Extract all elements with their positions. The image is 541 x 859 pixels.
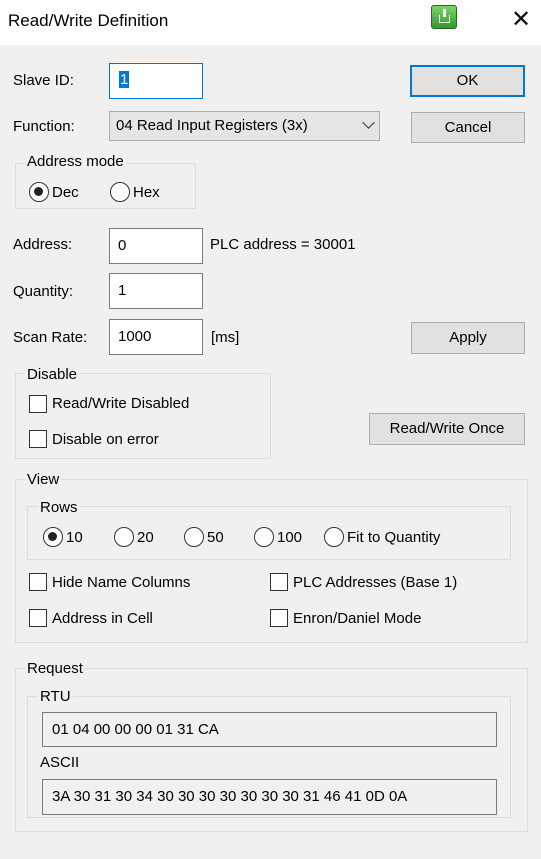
quantity-input[interactable]: 1 xyxy=(109,273,203,309)
rows-50-label: 50 xyxy=(207,529,224,546)
cancel-button[interactable]: Cancel xyxy=(411,112,525,143)
rows-title: Rows xyxy=(38,499,80,516)
read-write-disabled-label: Read/Write Disabled xyxy=(52,395,190,412)
rows-fit-to-quantity-label: Fit to Quantity xyxy=(347,529,441,546)
address-label: Address: xyxy=(13,236,73,253)
rows-10-label: 10 xyxy=(66,529,83,546)
function-selected-value: 04 Read Input Registers (3x) xyxy=(116,117,308,134)
close-icon[interactable]: ✕ xyxy=(504,4,538,36)
quantity-label: Quantity: xyxy=(13,283,74,300)
address-mode-dec-label: Dec xyxy=(52,184,79,201)
address-mode-dec-radio[interactable] xyxy=(29,182,49,202)
enron-daniel-mode-label: Enron/Daniel Mode xyxy=(293,610,422,627)
ok-button[interactable]: OK xyxy=(410,65,525,97)
slave-id-value: 1 xyxy=(119,71,130,88)
plc-addresses-checkbox[interactable] xyxy=(270,573,288,591)
address-input[interactable]: 0 xyxy=(109,228,203,264)
rows-fit-to-quantity-radio[interactable] xyxy=(324,527,344,547)
title-bar: Read/Write Definition ✕ xyxy=(0,0,541,45)
chevron-down-icon xyxy=(362,116,375,129)
rows-100-label: 100 xyxy=(277,529,303,546)
hide-name-columns-checkbox[interactable] xyxy=(29,573,47,591)
rows-50-radio[interactable] xyxy=(184,527,204,547)
address-mode-hex-label: Hex xyxy=(133,184,160,201)
ascii-title: ASCII xyxy=(38,754,82,771)
rows-20-label: 20 xyxy=(137,529,154,546)
slave-id-label: Slave ID: xyxy=(13,72,74,89)
scan-rate-input[interactable]: 1000 xyxy=(109,319,203,355)
slave-id-input[interactable]: 1 xyxy=(109,63,203,99)
plc-addresses-label: PLC Addresses (Base 1) xyxy=(293,574,458,591)
window-title: Read/Write Definition xyxy=(8,11,169,30)
enron-daniel-mode-checkbox[interactable] xyxy=(270,609,288,627)
rows-10-radio[interactable] xyxy=(43,527,63,547)
download-tray-shape xyxy=(439,15,450,23)
rows-20-radio[interactable] xyxy=(114,527,134,547)
rtu-title: RTU xyxy=(38,688,73,705)
address-mode-hex-radio[interactable] xyxy=(110,182,130,202)
address-in-cell-checkbox[interactable] xyxy=(29,609,47,627)
scan-rate-label: Scan Rate: xyxy=(13,329,88,346)
request-title: Request xyxy=(25,660,85,677)
apply-button[interactable]: Apply xyxy=(411,322,525,354)
read-write-once-button[interactable]: Read/Write Once xyxy=(369,413,525,445)
disable-on-error-label: Disable on error xyxy=(52,431,159,448)
rows-100-radio[interactable] xyxy=(254,527,274,547)
disable-on-error-checkbox[interactable] xyxy=(29,430,47,448)
scan-rate-unit: [ms] xyxy=(211,329,240,346)
rtu-request-field[interactable]: 01 04 00 00 00 01 31 CA xyxy=(42,712,497,747)
function-select[interactable]: 04 Read Input Registers (3x) xyxy=(109,111,380,141)
ascii-request-field[interactable]: 3A 30 31 30 34 30 30 30 30 30 30 30 31 4… xyxy=(42,779,497,815)
plc-address-note: PLC address = 30001 xyxy=(210,236,356,253)
hide-name-columns-label: Hide Name Columns xyxy=(52,574,191,591)
view-title: View xyxy=(25,471,62,488)
green-download-icon[interactable] xyxy=(431,5,457,29)
address-mode-title: Address mode xyxy=(25,153,126,170)
address-in-cell-label: Address in Cell xyxy=(52,610,153,627)
disable-title: Disable xyxy=(25,366,80,383)
read-write-disabled-checkbox[interactable] xyxy=(29,395,47,413)
function-label: Function: xyxy=(13,118,75,135)
